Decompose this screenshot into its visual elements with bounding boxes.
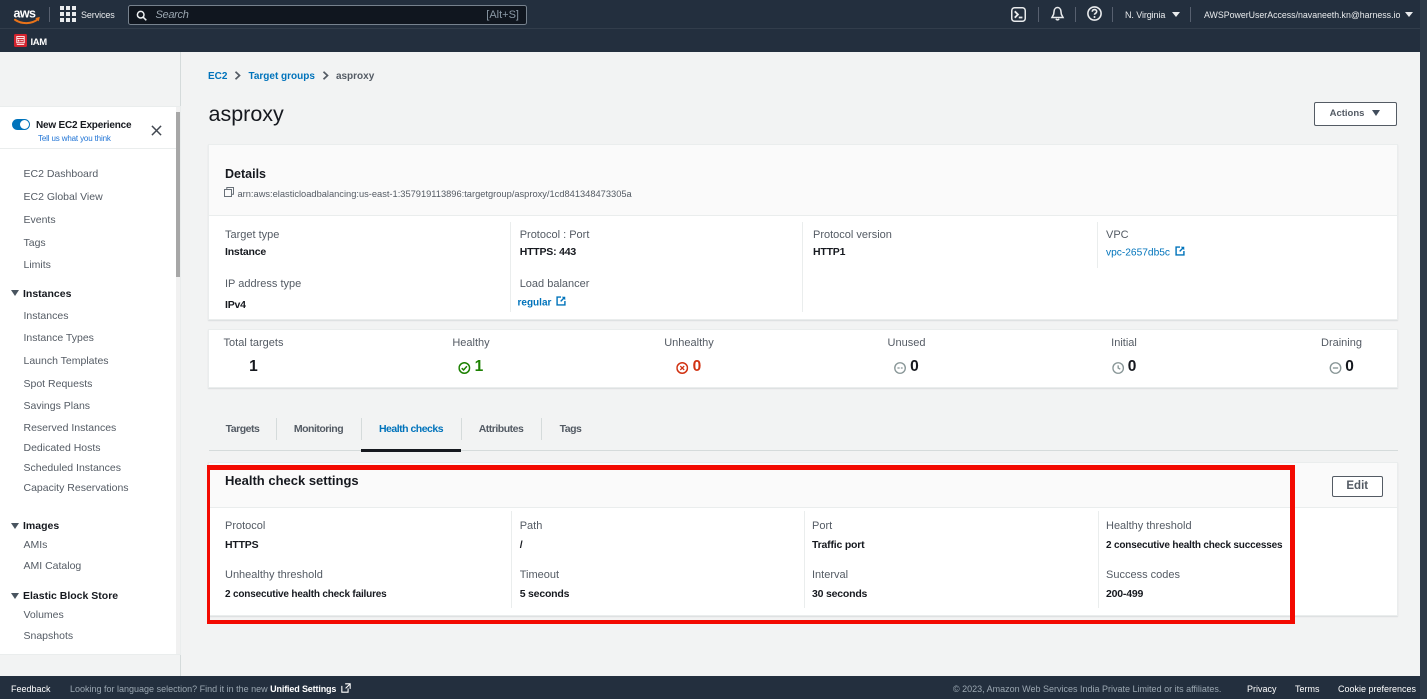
svg-text:aws: aws — [14, 7, 36, 21]
